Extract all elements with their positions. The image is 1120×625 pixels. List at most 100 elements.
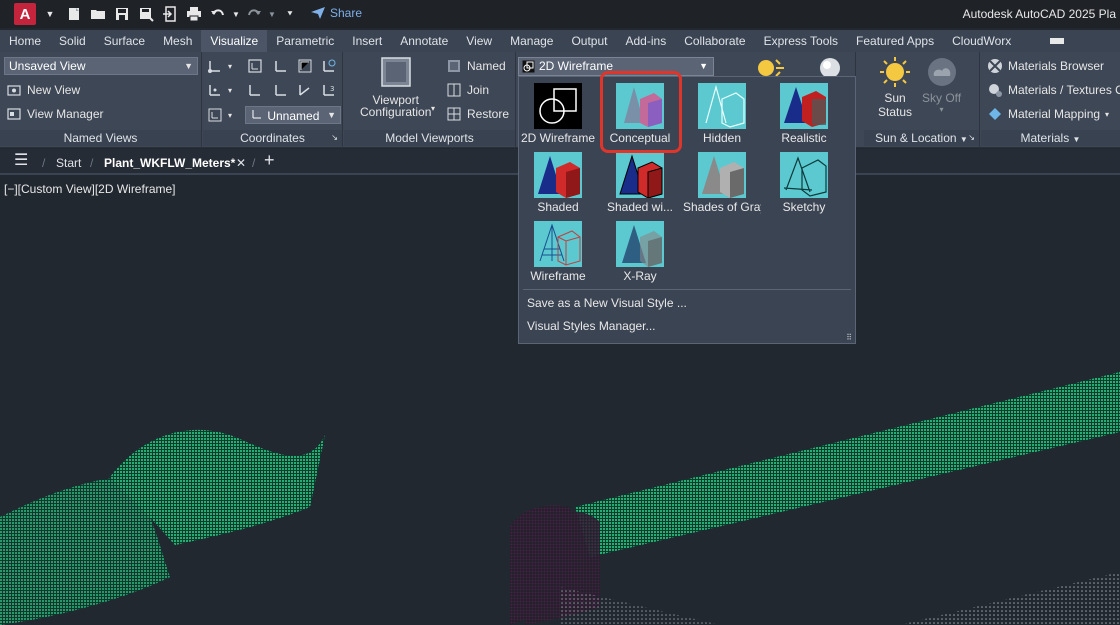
join-viewports-button[interactable]: Join [446, 82, 489, 98]
visual-style-shades-of-gray[interactable]: Shades of Gray [683, 150, 761, 216]
ucs-3point-button[interactable]: ▾ [207, 82, 232, 98]
import-icon[interactable] [160, 4, 180, 24]
visual-style-wireframe[interactable]: Wireframe [519, 219, 597, 285]
save-as-icon[interactable] [136, 4, 156, 24]
named-viewports-button[interactable]: Named [446, 58, 506, 74]
visual-style-label: Shades of Gray [683, 200, 761, 214]
tab-insert[interactable]: Insert [343, 30, 391, 52]
ucs-view-icon [247, 58, 263, 74]
visual-style-2d-wireframe[interactable]: 2D Wireframe [519, 81, 597, 147]
chevron-down-icon[interactable]: ▼ [960, 135, 968, 144]
customize-qat-icon[interactable]: ⯆ [280, 4, 300, 24]
visual-style-shaded[interactable]: Shaded [519, 150, 597, 216]
viewport-config-dropdown-icon[interactable]: ▾ [431, 104, 435, 113]
viewport-controls-label[interactable]: [−][Custom View][2D Wireframe] [4, 182, 176, 196]
material-mapping-label: Material Mapping [1008, 107, 1101, 121]
sky-off-button[interactable]: Sky Off ▾ [922, 56, 961, 114]
tab-parametric[interactable]: Parametric [267, 30, 343, 52]
tab-surface[interactable]: Surface [95, 30, 154, 52]
ucs-face-button[interactable] [297, 58, 313, 74]
open-folder-icon[interactable] [88, 4, 108, 24]
visual-style-shaded-wi[interactable]: Shaded wi... [601, 150, 679, 216]
tab-solid[interactable]: Solid [50, 30, 95, 52]
tab-manage[interactable]: Manage [501, 30, 562, 52]
ucs-icon [207, 58, 223, 74]
visual-styles-manager-item[interactable]: Visual Styles Manager... [527, 319, 656, 333]
panel-sun-location: Sun Status Sky Off ▾ Sun & Location ▼ ↘ [864, 52, 980, 148]
chevron-down-icon[interactable]: ▼ [1073, 135, 1081, 144]
sun-status-label-2: Status [878, 105, 913, 119]
materials-browser-button[interactable]: Materials Browser [987, 58, 1104, 74]
new-tab-plus-icon[interactable]: + [264, 150, 275, 170]
visual-style-x-ray[interactable]: X-Ray [601, 219, 679, 285]
undo-icon[interactable] [208, 4, 228, 24]
ucs-view-button[interactable] [247, 58, 263, 74]
visual-style-combo-value: 2D Wireframe [539, 59, 614, 73]
print-icon[interactable] [184, 4, 204, 24]
sun-status-button[interactable]: Sun Status [878, 56, 912, 119]
panel-launcher-icon[interactable]: ↘ [968, 130, 975, 146]
ucs-y-button[interactable] [273, 82, 289, 98]
tab-visualize[interactable]: Visualize [201, 30, 268, 52]
visual-style-label: Shaded [537, 200, 579, 214]
close-tab-icon[interactable]: ✕ [236, 153, 246, 173]
ucs-world-button[interactable] [321, 58, 337, 74]
tab-start[interactable]: Start [56, 153, 81, 173]
resize-grip-icon[interactable]: ⠿ [846, 333, 852, 342]
tab-mesh[interactable]: Mesh [154, 30, 201, 52]
ucs-named-combo[interactable]: Unnamed ▼ [245, 106, 341, 124]
tab-featured-apps[interactable]: Featured Apps [847, 30, 943, 52]
visual-style-label: Wireframe [530, 269, 586, 283]
join-icon [446, 82, 462, 98]
tab-add-ins[interactable]: Add-ins [617, 30, 676, 52]
tab-home[interactable]: Home [0, 30, 50, 52]
ucs-origin-button[interactable]: ▾ [207, 58, 232, 74]
restore-viewports-button[interactable]: Restore [446, 106, 509, 122]
viewport-configuration-button[interactable]: Viewport Configuration [360, 56, 431, 119]
ucs-zaxis-button[interactable]: 3 [321, 82, 337, 98]
tab-separator: / [90, 156, 94, 170]
autocad-logo-icon[interactable]: A [14, 3, 36, 25]
app-menu-chevron-icon[interactable]: ▼ [40, 4, 60, 24]
sun-status-label-1: Sun [884, 91, 906, 105]
redo-icon[interactable] [244, 4, 264, 24]
tab-view[interactable]: View [457, 30, 501, 52]
save-icon[interactable] [112, 4, 132, 24]
tab-current-file[interactable]: Plant_WKFLW_Meters* [104, 153, 235, 173]
ribbon-minimize-icon[interactable] [1050, 38, 1065, 44]
tab-collaborate[interactable]: Collaborate [675, 30, 754, 52]
view-manager-button[interactable]: View Manager [6, 106, 104, 122]
tab-cloudworx[interactable]: CloudWorx [943, 30, 1020, 52]
hamburger-menu-icon[interactable]: ☰ [14, 151, 28, 171]
panel-title-materials-label: Materials [1020, 131, 1070, 145]
panel-launcher-icon[interactable]: ↘ [331, 130, 338, 146]
undo-dropdown-icon[interactable]: ▼ [232, 4, 240, 24]
named-view-combo-value: Unsaved View [9, 59, 86, 73]
named-view-combo[interactable]: Unsaved View ▼ [4, 57, 198, 75]
redo-dropdown-icon[interactable]: ▼ [268, 4, 276, 24]
tab-output[interactable]: Output [562, 30, 616, 52]
viewport-config-label-2: Configuration [360, 105, 432, 119]
new-file-icon[interactable] [64, 4, 84, 24]
material-mapping-button[interactable]: Material Mapping ▾ [987, 106, 1109, 122]
material-mapping-icon [987, 106, 1003, 122]
ucs-object-button[interactable] [273, 58, 289, 74]
sky-off-label: Sky Off [922, 91, 962, 105]
sketchy-icon [780, 152, 828, 198]
save-new-visual-style-item[interactable]: Save as a New Visual Style ... [527, 296, 687, 310]
share-label: Share [330, 6, 363, 20]
visual-style-realistic[interactable]: Realistic [765, 81, 843, 147]
visual-style-sketchy[interactable]: Sketchy [765, 150, 843, 216]
panel-title-materials: Materials ▼ [981, 130, 1120, 146]
ucs-settings-button[interactable]: ▾ [207, 107, 232, 123]
materials-textures-button[interactable]: Materials / Textures O [987, 82, 1120, 98]
ucs-x-button[interactable] [247, 82, 263, 98]
tab-express-tools[interactable]: Express Tools [755, 30, 847, 52]
new-view-button[interactable]: New View [6, 82, 80, 98]
visual-style-hidden[interactable]: Hidden [683, 81, 761, 147]
ucs-z-button[interactable] [297, 82, 313, 98]
ucs-combo-value: Unnamed [267, 109, 320, 123]
share-button[interactable]: Share [310, 6, 362, 20]
tab-annotate[interactable]: Annotate [391, 30, 457, 52]
chevron-down-icon: ▼ [184, 61, 193, 71]
